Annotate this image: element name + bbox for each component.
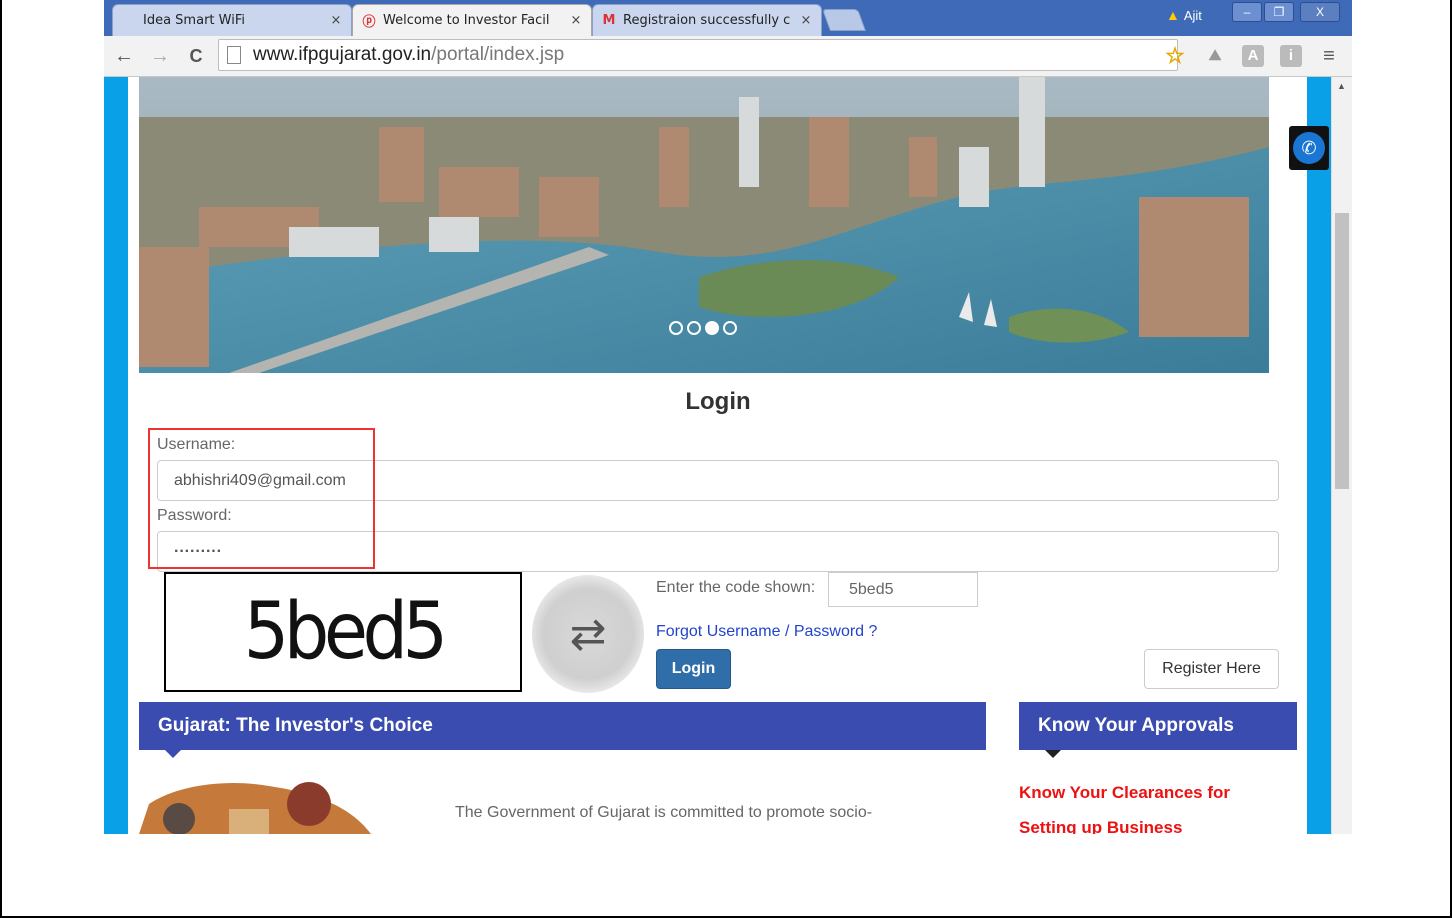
login-button[interactable]: Login: [656, 649, 731, 689]
profile-name: Ajit: [1183, 7, 1202, 23]
phone-icon: ✆: [1293, 132, 1325, 164]
tab-idea-smart-wifi[interactable]: Idea Smart WiFi ×: [112, 4, 352, 36]
close-tab-icon[interactable]: ×: [569, 13, 583, 28]
tab-registration-gmail[interactable]: M Registraion successfully c ×: [592, 4, 822, 36]
call-button[interactable]: ✆: [1289, 126, 1329, 170]
clearances-link[interactable]: Know Your Clearances for Setting up Busi…: [1019, 775, 1289, 834]
scroll-up-arrow-icon[interactable]: ▲: [1337, 81, 1346, 91]
page-content: Login Username: abhishri409@gmail.com Pa…: [139, 77, 1297, 834]
drive-extension-icon[interactable]: ⛰: [1204, 45, 1226, 67]
new-tab-button[interactable]: [821, 9, 867, 31]
extension-a-icon[interactable]: A: [1242, 45, 1264, 67]
tab-title: Welcome to Investor Facil: [383, 13, 550, 28]
tab-title: Idea Smart WiFi: [143, 13, 245, 28]
login-title: Login: [685, 388, 751, 415]
gujarat-intro-text: The Government of Gujarat is committed t…: [455, 804, 873, 821]
extension-info-icon[interactable]: i: [1280, 45, 1302, 67]
bookmark-star-icon[interactable]: ☆: [1164, 45, 1186, 67]
annotation-highlight-box: [148, 428, 375, 569]
blank-page-icon: [121, 13, 137, 29]
tab-strip: Idea Smart WiFi × ⓟ Welcome to Investor …: [104, 0, 1352, 36]
left-page-border: [104, 77, 128, 834]
browser-window: Idea Smart WiFi × ⓟ Welcome to Investor …: [104, 0, 1352, 834]
carousel-indicators: [669, 321, 737, 335]
captcha-text: 5bed5: [243, 587, 448, 677]
forgot-credentials-link[interactable]: Forgot Username / Password ?: [656, 623, 877, 641]
back-icon[interactable]: ←: [112, 44, 136, 68]
gujarat-collage-image: [139, 774, 371, 834]
carousel-dot[interactable]: [723, 321, 737, 335]
captcha-code-input[interactable]: 5bed5: [828, 572, 978, 607]
restore-button[interactable]: ❐: [1264, 2, 1294, 22]
tab-title: Registraion successfully c: [623, 13, 791, 28]
reload-icon[interactable]: C: [184, 44, 208, 68]
page-viewport: Login Username: abhishri409@gmail.com Pa…: [104, 77, 1352, 834]
menu-icon[interactable]: ≡: [1318, 45, 1340, 67]
carousel-dot[interactable]: [687, 321, 701, 335]
address-bar[interactable]: www.ifpgujarat.gov.in/portal/index.jsp: [218, 39, 1178, 71]
url-host: www.ifpgujarat.gov.in: [253, 44, 432, 65]
gmail-icon: M: [602, 13, 616, 28]
page-scrollbar[interactable]: ▲: [1331, 77, 1352, 834]
carousel-dot-active[interactable]: [705, 321, 719, 335]
pointer-arrow: [165, 750, 181, 758]
close-window-button[interactable]: X: [1300, 2, 1340, 22]
panel-title: Gujarat: The Investor's Choice: [158, 715, 433, 736]
close-tab-icon[interactable]: ×: [799, 13, 813, 28]
profile-button[interactable]: ▲ Ajit: [1166, 4, 1202, 26]
url-path: /portal/index.jsp: [431, 44, 565, 65]
warning-icon: ▲: [1166, 7, 1180, 23]
pointer-arrow: [1045, 750, 1061, 758]
refresh-captcha-icon[interactable]: ⇄: [532, 575, 644, 693]
know-approvals-header: Know Your Approvals: [1019, 702, 1297, 758]
browser-toolbar: ← → C www.ifpgujarat.gov.in/portal/index…: [104, 36, 1352, 77]
page-icon: [227, 46, 241, 64]
ifp-logo-icon: ⓟ: [362, 15, 376, 30]
right-page-border: [1307, 77, 1331, 834]
investor-choice-header: Gujarat: The Investor's Choice: [139, 702, 986, 758]
scrollbar-thumb[interactable]: [1335, 213, 1349, 489]
register-button[interactable]: Register Here: [1144, 649, 1279, 689]
banner-carousel: [139, 77, 1269, 373]
tab-investor-facilitation[interactable]: ⓟ Welcome to Investor Facil ×: [352, 4, 592, 36]
forward-icon[interactable]: →: [148, 44, 172, 68]
panel-title: Know Your Approvals: [1038, 715, 1235, 736]
close-tab-icon[interactable]: ×: [329, 13, 343, 28]
screenshot-frame: Idea Smart WiFi × ⓟ Welcome to Investor …: [0, 0, 1452, 918]
carousel-dot[interactable]: [669, 321, 683, 335]
captcha-image: 5bed5: [164, 572, 522, 692]
minimize-button[interactable]: –: [1232, 2, 1262, 22]
code-label: Enter the code shown:: [656, 579, 816, 596]
